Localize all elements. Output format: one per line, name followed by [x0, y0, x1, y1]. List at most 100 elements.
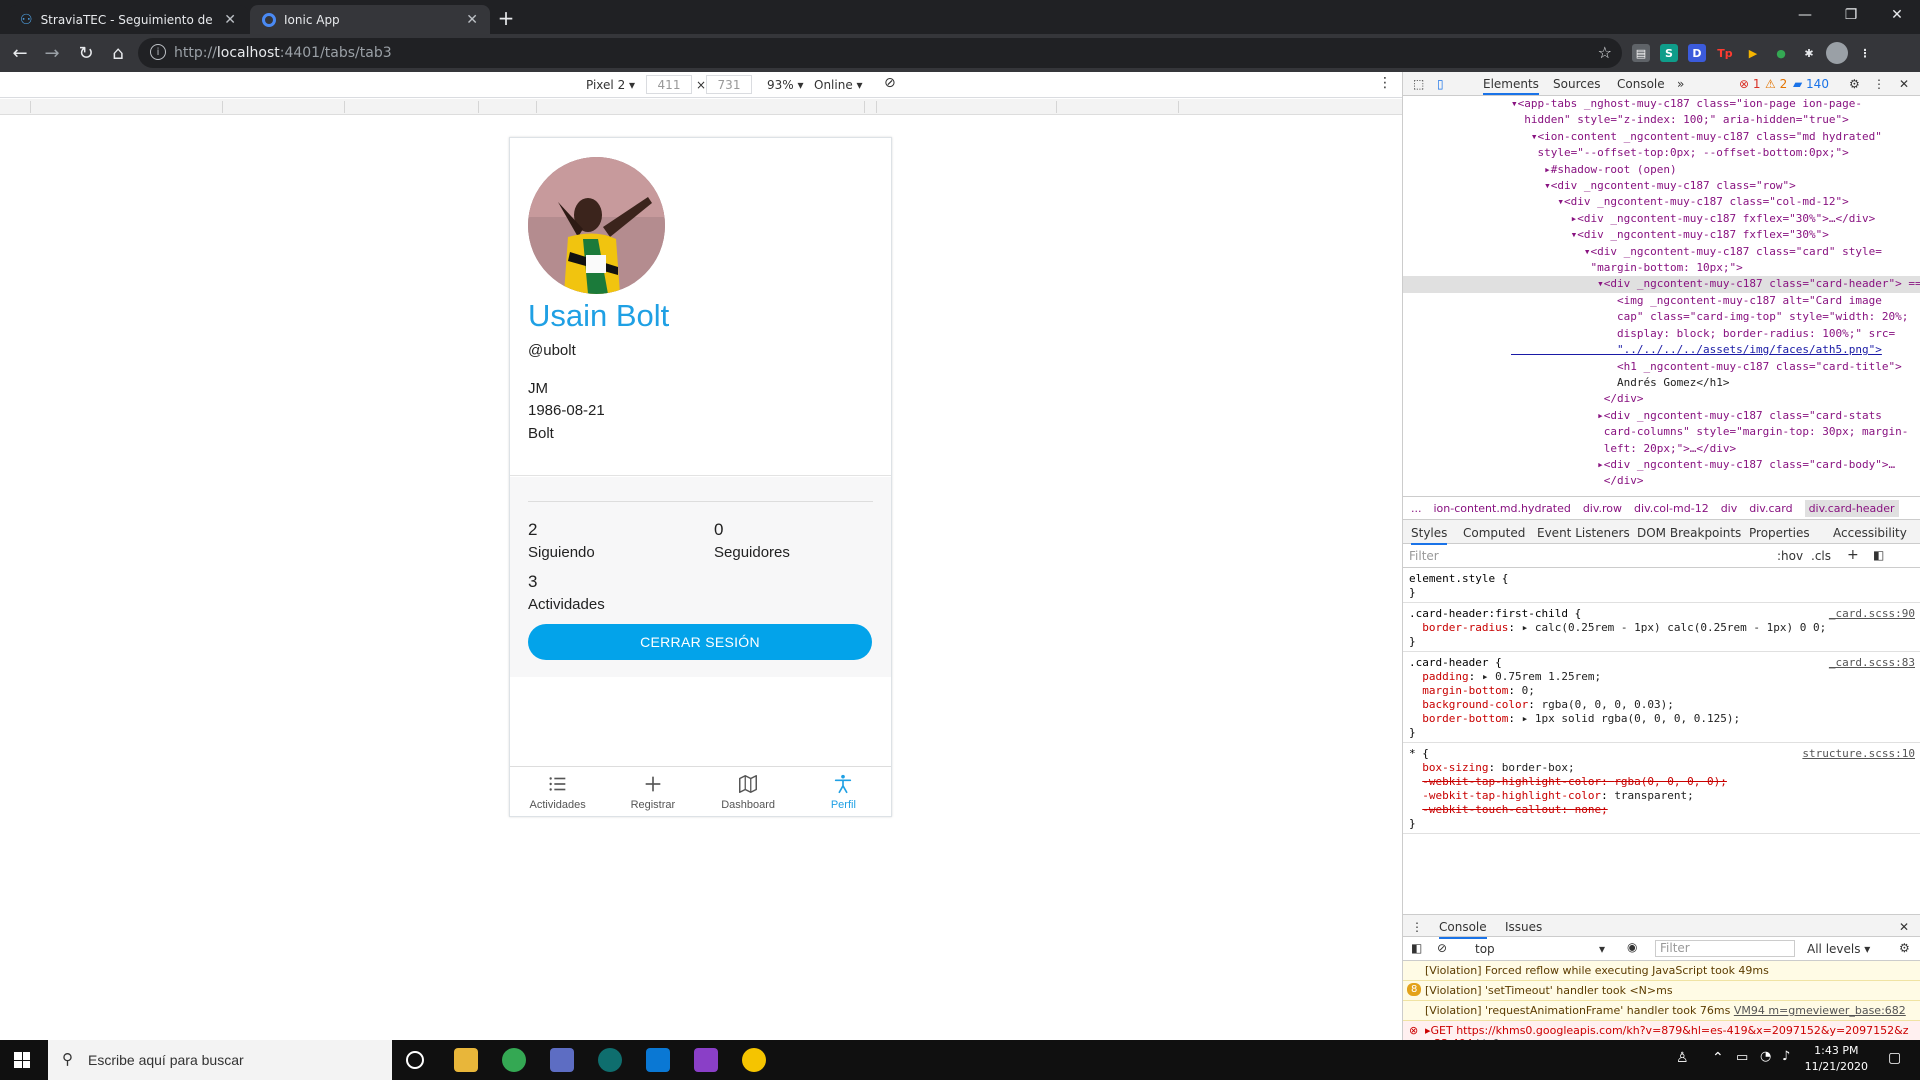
- tab-event-listeners[interactable]: Event Listeners: [1537, 526, 1630, 540]
- tab-computed[interactable]: Computed: [1463, 526, 1525, 540]
- css-rule[interactable]: .card-header:first-child {_card.scss:90 …: [1403, 603, 1920, 652]
- tab-styles[interactable]: Styles: [1411, 526, 1448, 545]
- more-tabs-icon[interactable]: »: [1677, 77, 1684, 91]
- error-count[interactable]: ⊗ 1: [1739, 77, 1761, 91]
- warning-count[interactable]: ⚠ 2: [1765, 77, 1787, 91]
- back-icon[interactable]: ←: [8, 41, 32, 65]
- console-message[interactable]: [Violation] 'requestAnimationFrame' hand…: [1403, 1001, 1920, 1021]
- css-rule[interactable]: * {structure.scss:10 box-sizing: border-…: [1403, 743, 1920, 834]
- css-source-link[interactable]: _card.scss:90: [1829, 607, 1915, 621]
- info-icon[interactable]: i: [150, 44, 166, 60]
- more-options-icon[interactable]: ⋮: [1378, 75, 1392, 91]
- breadcrumb-item[interactable]: div.col-md-12: [1634, 502, 1709, 515]
- windows-start-icon[interactable]: [14, 1052, 30, 1068]
- chrome-icon[interactable]: [502, 1048, 526, 1072]
- dom-line[interactable]: </div>: [1403, 391, 1920, 407]
- vscode-icon[interactable]: [646, 1048, 670, 1072]
- tab-elements[interactable]: Elements: [1483, 72, 1539, 95]
- restore-icon[interactable]: ❐: [1828, 0, 1874, 30]
- logout-button[interactable]: CERRAR SESIÓN: [528, 624, 872, 660]
- app-yellow-icon[interactable]: [742, 1048, 766, 1072]
- console-filter-input[interactable]: Filter: [1655, 940, 1795, 957]
- log-levels-select[interactable]: All levels ▾: [1807, 942, 1870, 956]
- close-tab-icon[interactable]: ✕: [224, 12, 236, 28]
- device-select[interactable]: Pixel 2 ▾: [586, 78, 635, 92]
- dom-line[interactable]: hidden" style="z-index: 100;" aria-hidde…: [1403, 112, 1920, 128]
- network-icon[interactable]: ◔: [1760, 1049, 1771, 1064]
- message-count[interactable]: ▰ 140: [1793, 77, 1829, 91]
- browser-tab-ionic-app[interactable]: Ionic App ✕: [250, 5, 490, 34]
- tab-registrar[interactable]: Registrar: [605, 767, 700, 816]
- dom-line[interactable]: ▸<div _ngcontent-muy-c187 class="card-st…: [1403, 408, 1920, 424]
- visual-studio-icon[interactable]: [694, 1048, 718, 1072]
- toggle-sidebar-icon[interactable]: ◧: [1873, 548, 1884, 562]
- device-toggle-icon[interactable]: ▯: [1437, 77, 1444, 91]
- home-icon[interactable]: ⌂: [106, 41, 130, 65]
- network-select[interactable]: Online ▾: [814, 78, 863, 92]
- discord-icon[interactable]: [550, 1048, 574, 1072]
- extension-tp-icon[interactable]: Tp: [1716, 44, 1734, 62]
- dom-line[interactable]: "margin-bottom: 10px;">: [1403, 260, 1920, 276]
- dom-line-selected[interactable]: ▾<div _ngcontent-muy-c187 class="card-he…: [1403, 276, 1920, 293]
- taskbar-search-input[interactable]: ⚲ Escribe aquí para buscar: [48, 1040, 392, 1080]
- device-height-input[interactable]: 731: [706, 75, 752, 94]
- dom-line[interactable]: card-columns" style="margin-top: 30px; m…: [1403, 424, 1920, 440]
- css-rule[interactable]: .card-header {_card.scss:83 padding: ▸ 0…: [1403, 652, 1920, 743]
- dom-line[interactable]: <img _ngcontent-muy-c187 alt="Card image: [1403, 293, 1920, 309]
- dom-line[interactable]: ▾<app-tabs _nghost-muy-c187 class="ion-p…: [1403, 96, 1920, 112]
- chevron-up-icon[interactable]: ⌃: [1712, 1050, 1724, 1066]
- notification-icon[interactable]: ▢: [1888, 1050, 1901, 1066]
- css-source-link[interactable]: structure.scss:10: [1802, 747, 1915, 761]
- extension-s-icon[interactable]: S: [1660, 44, 1678, 62]
- extension-d-icon[interactable]: D: [1688, 44, 1706, 62]
- menu-dots-icon[interactable]: ⋮: [1856, 44, 1874, 62]
- taskbar-clock[interactable]: 1:43 PM 11/21/2020: [1805, 1043, 1868, 1075]
- people-icon[interactable]: ♙: [1676, 1050, 1689, 1066]
- extension-play-icon[interactable]: ▶: [1744, 44, 1762, 62]
- dom-line[interactable]: ▾<div _ngcontent-muy-c187 class="row">: [1403, 178, 1920, 194]
- dom-line[interactable]: cap" class="card-img-top" style="width: …: [1403, 309, 1920, 325]
- battery-icon[interactable]: ▭: [1736, 1050, 1748, 1065]
- css-source-link[interactable]: _card.scss:83: [1829, 656, 1915, 670]
- console-message[interactable]: [Violation] Forced reflow while executin…: [1403, 961, 1920, 981]
- message-source-link[interactable]: VM94 m=gmeviewer_base:682: [1734, 1004, 1906, 1017]
- tab-actividades[interactable]: Actividades: [510, 767, 605, 816]
- tab-sources[interactable]: Sources: [1553, 77, 1600, 91]
- eye-icon[interactable]: ◉: [1627, 940, 1637, 954]
- dom-line-src[interactable]: "../../../../assets/img/faces/ath5.png">: [1403, 342, 1920, 358]
- breadcrumb-item[interactable]: div.row: [1583, 502, 1622, 515]
- drawer-tab-issues[interactable]: Issues: [1505, 920, 1542, 934]
- dom-line[interactable]: ▾<div _ngcontent-muy-c187 fxflex="30%">: [1403, 227, 1920, 243]
- extension-icon[interactable]: ▤: [1632, 44, 1650, 62]
- dom-line[interactable]: ▸<div _ngcontent-muy-c187 fxflex="30%">……: [1403, 211, 1920, 227]
- dom-line[interactable]: ▾<div _ngcontent-muy-c187 class="card" s…: [1403, 244, 1920, 260]
- tab-properties[interactable]: Properties: [1749, 526, 1810, 540]
- breadcrumb-item[interactable]: div.card: [1749, 502, 1792, 515]
- dom-tree[interactable]: ▾<app-tabs _nghost-muy-c187 class="ion-p…: [1403, 96, 1920, 496]
- new-tab-button[interactable]: +: [493, 5, 519, 31]
- dom-line[interactable]: display: block; border-radius: 100%;" sr…: [1403, 326, 1920, 342]
- forward-icon[interactable]: →: [40, 41, 64, 65]
- sidebar-toggle-icon[interactable]: ◧: [1411, 941, 1422, 955]
- clear-console-icon[interactable]: ⊘: [1437, 941, 1447, 955]
- dom-line[interactable]: ▾<div _ngcontent-muy-c187 class="col-md-…: [1403, 194, 1920, 210]
- browser-tab-straviatec[interactable]: ⚇ StraviaTEC - Seguimiento de acti ✕: [8, 5, 248, 34]
- console-settings-icon[interactable]: ⚙: [1899, 941, 1910, 955]
- avatar[interactable]: [1826, 42, 1848, 64]
- cls-toggle[interactable]: .cls: [1811, 549, 1831, 563]
- dom-line[interactable]: style="--offset-top:0px; --offset-bottom…: [1403, 145, 1920, 161]
- dom-line[interactable]: <h1 _ngcontent-muy-c187 class="card-titl…: [1403, 359, 1920, 375]
- reload-icon[interactable]: ↻: [74, 41, 98, 65]
- file-explorer-icon[interactable]: [454, 1048, 478, 1072]
- settings-gear-icon[interactable]: ⚙: [1849, 77, 1860, 91]
- breadcrumb-item[interactable]: div: [1721, 502, 1738, 515]
- drawer-menu-icon[interactable]: ⋮: [1411, 920, 1423, 934]
- tab-dashboard[interactable]: Dashboard: [701, 767, 796, 816]
- tab-console[interactable]: Console: [1617, 77, 1665, 91]
- close-window-icon[interactable]: ✕: [1874, 0, 1920, 30]
- css-rule[interactable]: element.style { }: [1403, 568, 1920, 603]
- close-drawer-icon[interactable]: ✕: [1899, 920, 1909, 934]
- address-bar[interactable]: i http://localhost:4401/tabs/tab3 ☆: [138, 38, 1622, 68]
- volume-icon[interactable]: ♪: [1782, 1049, 1790, 1064]
- breadcrumb-item[interactable]: ion-content.md.hydrated: [1434, 502, 1571, 515]
